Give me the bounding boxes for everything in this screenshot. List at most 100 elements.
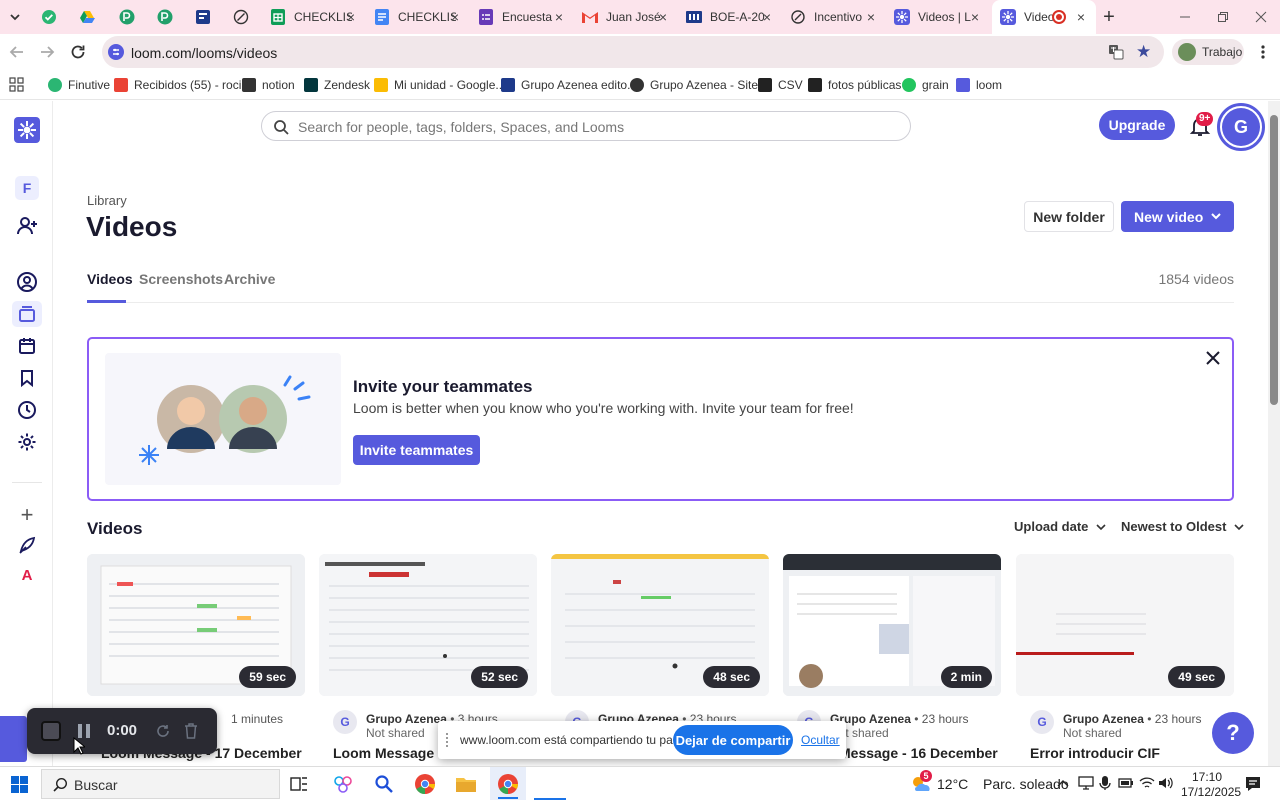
profile-chip[interactable]: Trabajo [1172,39,1244,65]
pinned-tab-app-2[interactable] [156,8,174,26]
bookmark-drive[interactable]: Mi unidad - Google... [374,76,505,94]
hide-link[interactable]: Ocultar [801,733,840,747]
tab-5[interactable]: Incentivo × [782,0,886,34]
stop-sharing-button[interactable]: Dejar de compartir [673,725,793,755]
scrollbar-thumb[interactable] [1270,115,1278,405]
back-icon[interactable] [8,43,26,61]
bookmark-loom[interactable]: loom [956,76,1002,94]
chrome-icon[interactable] [414,773,436,795]
breadcrumb[interactable]: Library [87,193,127,208]
forward-icon[interactable] [38,43,56,61]
minimize-icon[interactable] [1176,8,1194,26]
translate-icon[interactable] [1108,44,1124,60]
tab-3[interactable]: Juan José × [574,0,678,34]
tab-videos[interactable]: Videos [87,271,133,287]
maximize-icon[interactable] [1214,8,1232,26]
video-title[interactable]: Error introducir CIF [1030,745,1160,761]
settings-gear-icon[interactable] [14,429,40,455]
tab-screenshots[interactable]: Screenshots [139,271,223,287]
app-butterfly-icon[interactable] [333,774,353,794]
task-view-icon[interactable] [290,775,308,793]
bookmark-azenea-site[interactable]: Grupo Azenea - Site... [630,76,768,94]
tab-4[interactable]: BOE-A-20 × [678,0,782,34]
feather-icon[interactable] [14,532,40,558]
site-settings-icon[interactable] [108,44,124,60]
share-status[interactable]: Not shared [1063,726,1122,740]
new-tab-icon[interactable]: + [1100,6,1118,28]
workspace-button[interactable]: F [14,175,40,201]
restart-icon[interactable] [155,723,171,739]
drag-handle-icon[interactable] [446,733,451,747]
reload-icon[interactable] [69,43,87,61]
chrome-profile-taskbar-item[interactable] [490,767,526,800]
notifications-icon[interactable] [1244,775,1262,793]
help-button[interactable]: ? [1212,712,1254,754]
recorder-drag-handle[interactable] [0,716,27,762]
new-video-button[interactable]: New video [1121,201,1234,232]
pinned-tab-globe[interactable] [232,8,250,26]
close-icon[interactable] [1204,349,1222,367]
close-tab-icon[interactable]: × [552,10,566,24]
close-tab-icon[interactable]: × [760,10,774,24]
bookmark-fotos[interactable]: fotos públicas [808,76,901,94]
close-tab-icon[interactable]: × [968,10,982,24]
loom-logo-icon[interactable] [14,117,40,143]
video-thumbnail[interactable]: 59 sec [87,554,305,696]
pinned-tab-forms[interactable] [194,8,212,26]
close-tab-icon[interactable]: × [1074,10,1088,24]
tab-2[interactable]: Encuesta × [470,0,574,34]
video-thumbnail[interactable]: 52 sec [319,554,537,696]
bookmark-grain[interactable]: grain [902,76,949,94]
close-window-icon[interactable] [1252,8,1270,26]
battery-icon[interactable] [1118,776,1134,790]
video-thumbnail[interactable]: 48 sec [551,554,769,696]
address-bar[interactable]: loom.com/looms/videos ★ [102,36,1164,68]
sort-order-dropdown[interactable]: Newest to Oldest [1121,519,1245,534]
weather-temp[interactable]: 12°C [937,776,968,792]
bookmark-zendesk[interactable]: Zendesk [304,76,370,94]
apps-grid-icon[interactable] [9,77,25,93]
share-status[interactable]: Not shared [366,726,425,740]
bookmark-notion[interactable]: notion [242,76,295,94]
sort-field-dropdown[interactable]: Upload date [1014,519,1106,534]
tab-1[interactable]: CHECKLIS × [366,0,470,34]
tab-7-active[interactable]: Video × [992,0,1096,34]
wifi-icon[interactable] [1139,776,1155,790]
search-bar[interactable]: Search for people, tags, folders, Spaces… [261,111,911,141]
calendar-icon[interactable] [14,333,40,359]
tab-search-icon[interactable] [6,8,24,26]
invite-teammates-button[interactable]: Invite teammates [353,435,480,465]
close-tab-icon[interactable]: × [656,10,670,24]
clock-icon[interactable] [14,397,40,423]
display-icon[interactable] [1078,776,1094,790]
chevron-up-icon[interactable] [1057,779,1069,787]
pinned-tab-check[interactable] [40,8,58,26]
clock-time[interactable]: 17:10 [1192,770,1222,784]
app-search-icon[interactable] [374,774,394,794]
close-tab-icon[interactable]: × [864,10,878,24]
scrollbar[interactable] [1268,101,1280,766]
volume-icon[interactable] [1158,776,1174,790]
pinned-tab-drive[interactable] [78,8,96,26]
clock-date[interactable]: 17/12/2025 [1181,785,1241,799]
taskbar-search[interactable]: Buscar [41,769,280,799]
close-tab-icon[interactable]: × [448,10,462,24]
close-tab-icon[interactable]: × [344,10,358,24]
pinned-tab-app-1[interactable] [118,8,136,26]
space-a-button[interactable]: A [14,562,40,588]
bookmark-star-icon[interactable]: ★ [1136,43,1151,60]
windows-start-icon[interactable] [11,776,28,793]
weather-desc[interactable]: Parc. soleado [983,776,1069,792]
microphone-icon[interactable] [1099,775,1111,791]
add-member-icon[interactable] [14,213,40,239]
bookmark-azenea[interactable]: Grupo Azenea edito... [501,76,637,94]
user-avatar[interactable]: G [1217,103,1265,151]
file-explorer-icon[interactable] [455,774,477,794]
tab-0[interactable]: CHECKLIS × [262,0,366,34]
video-thumbnail[interactable]: 2 min [783,554,1001,696]
profile-icon[interactable] [14,269,40,295]
stop-recording-icon[interactable] [41,721,61,741]
video-title[interactable]: Message - 16 December [839,745,998,761]
video-thumbnail[interactable]: 49 sec [1016,554,1234,696]
video-card[interactable]: 49 sec G Grupo Azenea • 23 hours Not sha… [1016,554,1234,761]
